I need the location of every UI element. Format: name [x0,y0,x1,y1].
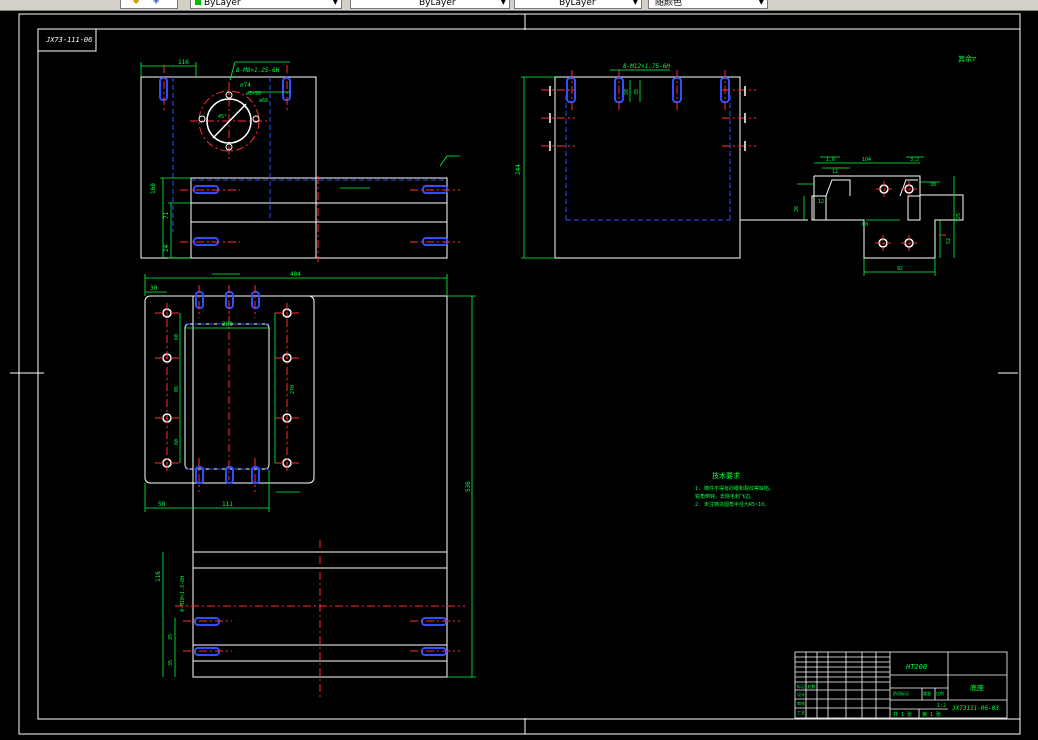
standard-icons-group[interactable]: ◆ ◈ [120,0,178,9]
roughness-note: 其余 [958,54,972,63]
layer-color-swatch-icon [195,0,201,5]
top-thread-side: 4-M10×1.5-6H [180,575,186,612]
detail-view: 1.6 3.2 104 12 20 60 92 125 52 38 12 [794,156,964,276]
top-dim-86: 86 [174,386,180,392]
scale-label: 比例 [936,690,944,696]
front-thread-note: 8-M8×1.25-6H [236,67,280,74]
layer-dropdown[interactable]: ByLayer ▼ [190,0,342,9]
sheet-number: 第 1 张 [922,711,941,718]
chevron-down-icon: ▼ [500,0,506,6]
drawing-number: JX73111-06-03 [951,705,999,712]
detail-dim-125: 125 [956,213,962,222]
review-label: 审核 [797,700,805,706]
sheet-border [10,13,1021,735]
top-dim-280: 280 [222,321,233,328]
plotstyle-dropdown[interactable]: 随颜色 ▼ [648,0,768,9]
detail-dim-12: 12 [832,169,838,175]
front-angle-note: 45° [218,114,227,120]
corner-code-box: JX73-111-06 [37,28,97,52]
detail-label-1: 1.6 [826,157,835,163]
top-dim-60a: 60 [174,334,180,340]
top-dim-58: 58 [158,501,166,508]
design-label: 设计 [797,691,805,697]
detail-dim-20: 20 [794,206,800,212]
front-dim-height: 160 [150,183,157,194]
side-dim-20: 20 [624,89,630,95]
chevron-down-icon: ▼ [632,0,638,6]
top-dim-60b: 60 [174,439,180,445]
layer-dropdown-value: ByLayer [204,0,241,8]
title-block: HT200 底座 JX73111-06-03 共 1 张 第 1 张 1:2 阶… [794,651,1008,719]
technical-requirements: 技术要求 1. 铸件不得有砂眼和裂纹等缺陷。 锐角倒钝，去除毛刺飞边。 2. 未… [695,471,774,508]
side-view: 8-M12×1.75-6H 244 20 35 [515,63,808,259]
part-name: 底座 [970,683,984,692]
front-view: 116 8-M8×1.25-6H ⌀74 ⌀5×90 45° ⌀66 160 7… [140,59,460,262]
detail-dim-12b: 12 [818,199,824,205]
top-dim-270: 270 [290,385,296,394]
drawing-canvas[interactable]: JX73-111-06 116 8-M8×1.25-6H ⌀74 ⌀5×90 4… [0,10,1038,736]
lineweight-dropdown-value: ByLayer [559,0,596,8]
front-pcd-note: ⌀66 [259,98,268,104]
stage-mark-label: 阶段标记 [893,690,909,696]
roughness-icon: ▽ [972,55,977,63]
layer-icon: ◆ [133,0,140,5]
tech-req-line-2: 锐角倒钝，去除毛刺飞边。 [695,493,755,500]
detail-label-2: 3.2 [910,157,919,163]
top-dim-404: 404 [290,271,301,278]
linetype-dropdown-value: ByLayer [419,0,456,8]
side-thread-note: 8-M12×1.75-6H [623,63,670,70]
cad-drawing[interactable]: JX73-111-06 116 8-M8×1.25-6H ⌀74 ⌀5×90 4… [0,10,1038,736]
detail-dim-104: 104 [862,157,871,163]
process-label: 工艺 [797,710,805,715]
detail-dim-60: 60 [862,222,868,228]
top-view: 404 30 280 60 86 60 270 111 58 536 116 4… [144,271,476,700]
detail-dim-92: 92 [897,266,903,272]
linetype-dropdown[interactable]: ByLayer ▼ [350,0,510,9]
front-dim-24: 24 [163,244,170,252]
sheet-total: 共 1 张 [893,711,912,718]
chevron-down-icon: ▼ [332,0,338,6]
lineweight-dropdown[interactable]: ByLayer ▼ [514,0,642,9]
front-hole-diam-2: ⌀5×90 [246,91,261,97]
detail-dim-52: 52 [946,238,952,244]
top-dim-35a: 35 [168,634,174,640]
material: HT200 [905,663,927,671]
tech-req-title: 技术要求 [712,471,740,480]
front-dim-71: 71 [163,211,170,219]
scale: 1:2 [937,703,946,709]
top-dim-111: 111 [222,501,233,508]
corner-code: JX73-111-06 [45,36,92,44]
chevron-down-icon: ▼ [758,0,764,6]
top-dim-536: 536 [465,481,472,492]
tech-req-line-3: 2. 未注铸造圆角半径为R5~10。 [695,501,769,508]
detail-dim-38: 38 [930,182,936,188]
front-hole-diam-1: ⌀74 [240,82,251,89]
tech-req-line-1: 1. 铸件不得有砂眼和裂纹等缺陷。 [695,485,774,492]
top-dim-35b: 35 [168,660,174,666]
front-dim-top: 116 [178,59,189,66]
weight-label: 重量 [923,690,931,696]
plotstyle-dropdown-value: 随颜色 [655,0,683,8]
side-dim-height: 244 [515,164,522,175]
top-dim-116: 116 [155,571,162,582]
mark-count-label: 标记 处数 [797,683,815,689]
side-dim-35: 35 [634,89,640,95]
top-dim-30: 30 [150,285,158,292]
cube-icon: ◈ [153,0,160,5]
